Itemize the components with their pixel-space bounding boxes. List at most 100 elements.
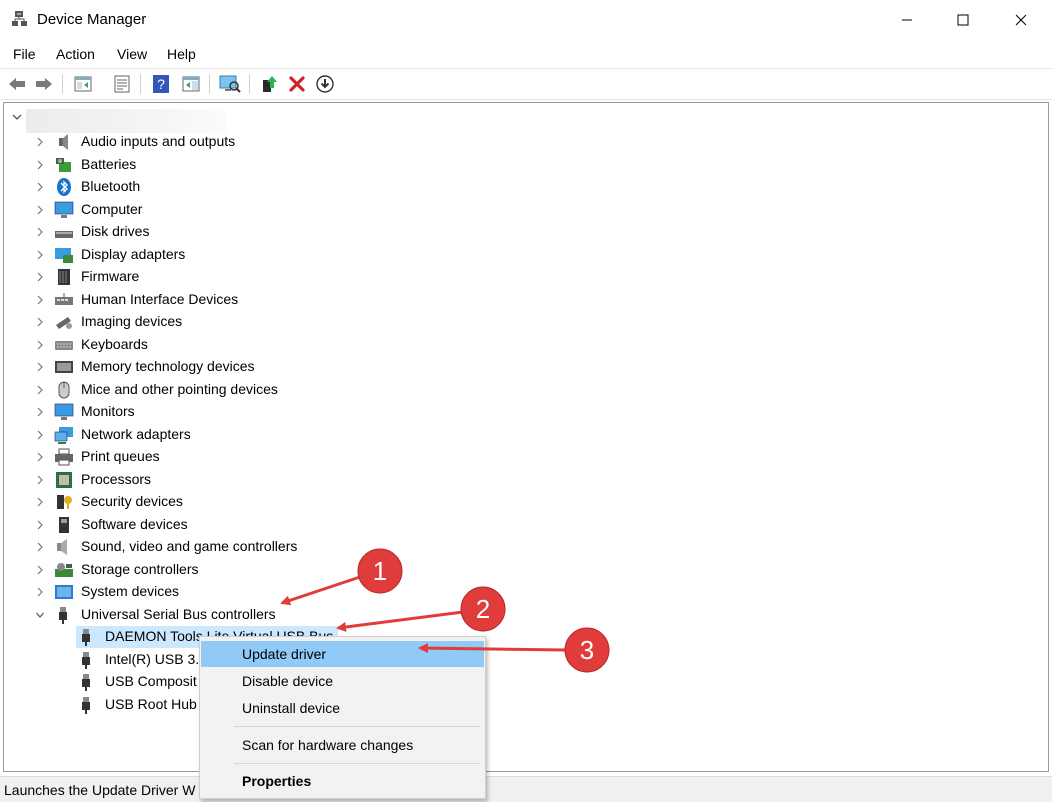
tree-item-label: Processors (81, 471, 152, 487)
tree-item-network[interactable]: Network adapters (4, 424, 604, 446)
chevron-right-icon (37, 137, 43, 147)
storage-controller-icon (55, 563, 73, 577)
tree-item-label: Security devices (81, 493, 183, 509)
tree-root[interactable] (4, 108, 304, 133)
chevron-right-icon (37, 475, 43, 485)
forward-button[interactable] (33, 73, 55, 95)
back-arrow-icon (9, 78, 25, 90)
console-tree-icon (74, 76, 92, 92)
chevron-right-icon (37, 565, 43, 575)
title-bar: Device Manager (0, 0, 1052, 40)
chevron-right-icon (37, 317, 43, 327)
chevron-right-icon (37, 430, 43, 440)
close-button[interactable] (992, 0, 1050, 40)
tree-item-memory[interactable]: Memory technology devices (4, 356, 604, 378)
menu-help[interactable]: Help (167, 46, 196, 62)
tree-item-hid[interactable]: Human Interface Devices (4, 289, 604, 311)
action-pane-button[interactable] (180, 73, 202, 95)
chevron-right-icon (37, 250, 43, 260)
tree-item-firmware[interactable]: Firmware (4, 266, 604, 288)
tree-item-system[interactable]: System devices (4, 581, 604, 603)
usb-plug-icon (82, 629, 90, 646)
device-tree[interactable]: Audio inputs and outputs Batteries Bluet… (3, 102, 1049, 772)
firmware-chip-icon (58, 269, 70, 285)
security-key-icon (57, 495, 72, 509)
usb-plug-icon (82, 652, 90, 669)
tree-item-computer[interactable]: Computer (4, 199, 604, 221)
chevron-right-icon (37, 520, 43, 530)
tree-item-label: Intel(R) USB 3.0 (105, 651, 207, 667)
scan-monitor-icon (219, 75, 241, 93)
menu-update-driver[interactable]: Update driver (201, 641, 484, 667)
chevron-right-icon (37, 542, 43, 552)
chevron-right-icon (37, 160, 43, 170)
tree-item-mice[interactable]: Mice and other pointing devices (4, 379, 604, 401)
update-driver-icon (263, 76, 277, 92)
menu-properties[interactable]: Properties (201, 768, 484, 794)
menu-action[interactable]: Action (56, 46, 95, 62)
tree-item-processors[interactable]: Processors (4, 469, 604, 491)
menu-disable-device[interactable]: Disable device (201, 668, 484, 694)
menu-uninstall-device[interactable]: Uninstall device (201, 695, 484, 721)
sound-icon (57, 539, 67, 555)
chevron-right-icon (37, 385, 43, 395)
tree-item-print-queues[interactable]: Print queues (4, 446, 604, 468)
usb-plug-icon (82, 697, 90, 714)
bluetooth-icon (57, 178, 71, 196)
chevron-right-icon (37, 182, 43, 192)
hid-icon (55, 293, 73, 305)
display-adapter-icon (55, 248, 73, 263)
tree-item-software[interactable]: Software devices (4, 514, 604, 536)
battery-icon (56, 158, 71, 172)
properties-button[interactable] (111, 73, 133, 95)
tree-item-audio[interactable]: Audio inputs and outputs (4, 131, 604, 153)
window-title: Device Manager (37, 11, 147, 28)
update-driver-button[interactable] (258, 73, 280, 95)
tree-item-label: System devices (81, 583, 180, 599)
chevron-right-icon (37, 497, 43, 507)
tree-item-label: Firmware (81, 268, 140, 284)
download-driver-button[interactable] (314, 73, 336, 95)
properties-icon (114, 75, 130, 93)
menu-view[interactable]: View (117, 46, 147, 62)
toolbar-separator (140, 74, 141, 94)
tree-item-label: USB Root Hub (105, 696, 197, 712)
scan-hardware-button[interactable] (219, 73, 241, 95)
tree-item-label: Keyboards (81, 336, 148, 352)
tree-item-keyboards[interactable]: Keyboards (4, 334, 604, 356)
action-pane-icon (182, 76, 200, 92)
tree-item-label: Display adapters (81, 246, 186, 262)
tree-item-disk-drives[interactable]: Disk drives (4, 221, 604, 243)
minimize-button[interactable] (878, 0, 936, 40)
chevron-right-icon (37, 295, 43, 305)
console-tree-button[interactable] (72, 73, 94, 95)
tree-item-imaging[interactable]: Imaging devices (4, 311, 604, 333)
tree-item-usb[interactable]: Universal Serial Bus controllers (4, 604, 604, 626)
uninstall-button[interactable] (286, 73, 308, 95)
tree-item-label: Bluetooth (81, 178, 141, 194)
tree-item-monitors[interactable]: Monitors (4, 401, 604, 423)
chevron-right-icon (37, 362, 43, 372)
uninstall-x-icon (289, 76, 305, 92)
chevron-right-icon (37, 587, 43, 597)
tree-item-storage[interactable]: Storage controllers (4, 559, 604, 581)
speaker-icon (59, 134, 68, 150)
help-icon: ? (153, 75, 169, 93)
tree-item-display-adapters[interactable]: Display adapters (4, 244, 604, 266)
maximize-button[interactable] (934, 0, 992, 40)
tree-item-batteries[interactable]: Batteries (4, 154, 604, 176)
memory-icon (55, 361, 73, 373)
back-button[interactable] (6, 73, 28, 95)
device-manager-icon (12, 11, 27, 26)
menu-file[interactable]: File (13, 46, 36, 62)
chevron-right-icon (37, 205, 43, 215)
menu-item-label: Disable device (242, 673, 334, 689)
usb-icon (59, 607, 67, 624)
tree-item-bluetooth[interactable]: Bluetooth (4, 176, 604, 198)
keyboard-icon (55, 341, 73, 350)
tree-item-sound[interactable]: Sound, video and game controllers (4, 536, 604, 558)
help-button[interactable]: ? (150, 73, 172, 95)
menu-scan-hardware[interactable]: Scan for hardware changes (201, 732, 484, 758)
tree-item-security[interactable]: Security devices (4, 491, 604, 513)
tree-item-label: Human Interface Devices (81, 291, 239, 307)
